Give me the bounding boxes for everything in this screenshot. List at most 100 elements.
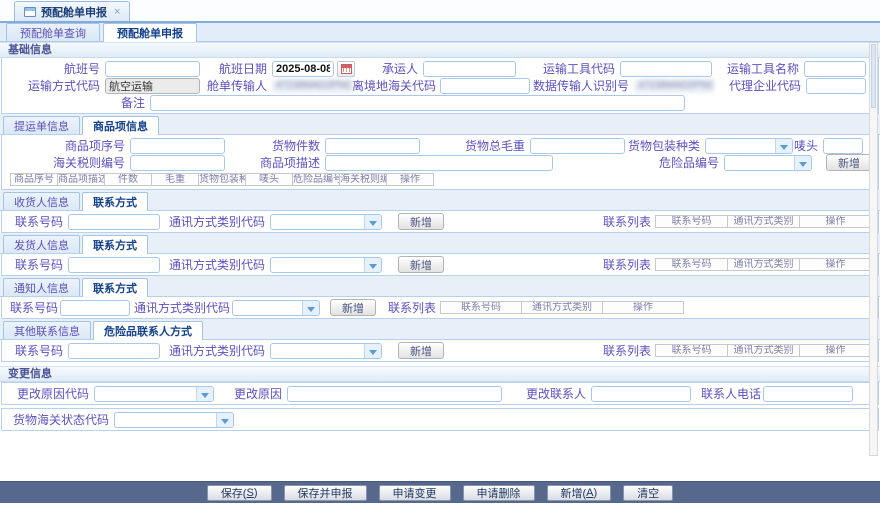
shipper-contact-row: 联系号码 通讯方式类别代码 新增 联系列表 联系号码 通讯方式类别 操作 [2,256,878,273]
transport-code-input[interactable] [620,61,712,77]
basic-row-1: 航班号 航班日期 承运人 运输工具代码 运输工具名称 [2,60,878,77]
tab-notify-info[interactable]: 通知人信息 [3,278,80,296]
basic-row-3: 备注 [2,94,878,111]
transport-mode-input [105,78,200,94]
shipper-contact-type-select[interactable] [270,257,382,273]
contact-col-number: 联系号码 [655,258,728,271]
mark-input[interactable] [823,138,863,154]
save-declare-button[interactable]: 保存并申报 [284,485,367,501]
contact-col-action: 操作 [799,344,872,357]
danger-no-select[interactable] [724,155,812,171]
data-sender-redacted-value: 47238MAD2PNC.J01 [634,79,714,93]
danger-contact-list: 联系列表 联系号码 通讯方式类别 操作 [603,342,872,359]
agent-code-input[interactable] [806,78,866,94]
contact-phone-input[interactable] [763,386,853,402]
flight-date-input[interactable] [272,61,334,77]
gross-weight-label: 货物总毛重 [420,137,530,154]
add-goods-button[interactable]: 新增 [826,154,872,171]
calendar-button[interactable] [337,61,355,77]
goods-item-panel: 商品项序号 货物件数 货物总毛重 货物包装种类 唛头 海关税则编号 商品项描述 … [1,135,879,190]
change-row-1: 更改原因代码 更改原因 更改联系人 联系人电话 [2,385,878,402]
contact-type-label: 通讯方式类别代码 [164,213,270,230]
consignee-contact-type-select[interactable] [270,214,382,230]
tab-bill-info[interactable]: 提运单信息 [3,116,80,134]
goods-col-weight: 毛重 [151,173,199,186]
add-new-button[interactable]: 新增(A) [547,485,612,501]
data-sender-label: 数据传输人识别号 [530,77,634,94]
tab-other-contact-info[interactable]: 其他联系信息 [3,321,91,339]
contact-col-number: 联系号码 [655,215,728,228]
pkg-count-input[interactable] [325,138,420,154]
contact-list-label: 联系列表 [603,213,655,230]
contact-list-label: 联系列表 [603,342,655,359]
pkg-type-label: 货物包装种类 [625,137,705,154]
tab-consignee-contact-method[interactable]: 联系方式 [82,192,148,211]
clear-button[interactable]: 清空 [623,485,673,501]
contact-type-label: 通讯方式类别代码 [164,342,270,359]
agent-code-label: 代理企业代码 [714,77,806,94]
close-icon[interactable]: × [114,6,120,18]
transport-name-input[interactable] [804,61,866,77]
save-button[interactable]: 保存(S) [207,485,272,501]
contact-col-action: 操作 [602,301,684,314]
transport-mode-label: 运输方式代码 [10,77,105,94]
tab-danger-contact-method[interactable]: 危险品联系人方式 [93,321,203,340]
hs-code-input[interactable] [130,155,225,171]
exit-customs-input[interactable] [440,78,530,94]
item-seq-input[interactable] [130,138,225,154]
contact-list-table: 联系号码 通讯方式类别 操作 [655,215,872,228]
tab-manifest-query[interactable]: 预配舱单查询 [6,23,100,41]
change-reason-code-select[interactable] [94,386,214,402]
tab-manifest-declare[interactable]: 预配舱单申报 [103,23,197,42]
scrollbar-track[interactable] [869,42,878,456]
add-danger-contact-button[interactable]: 新增 [398,342,444,359]
notify-contact-type-select[interactable] [232,300,320,316]
shipper-contact-number-input[interactable] [68,257,160,273]
change-contact-input[interactable] [591,386,691,402]
tab-consignee-info[interactable]: 收货人信息 [3,192,80,210]
flight-no-input[interactable] [105,61,200,77]
scrollbar-thumb[interactable] [871,44,876,108]
item-seq-label: 商品项序号 [10,137,130,154]
danger-contact-row: 联系号码 通讯方式类别代码 新增 联系列表 联系号码 通讯方式类别 操作 [2,342,878,359]
pkg-type-select[interactable] [705,138,793,154]
shipper-tabbar: 发货人信息 联系方式 [0,233,880,254]
add-shipper-contact-button[interactable]: 新增 [398,256,444,273]
window-tab[interactable]: 预配舱单申报 × [14,1,130,21]
goods-col-hscode: 海关税则编号 [339,173,387,186]
tab-notify-contact-method[interactable]: 联系方式 [82,278,148,297]
tab-shipper-info[interactable]: 发货人信息 [3,235,80,253]
goods-row-2: 海关税则编号 商品项描述 危险品编号 新增 [2,154,878,171]
hs-code-label: 海关税则编号 [10,154,130,171]
consignee-contact-list: 联系列表 联系号码 通讯方式类别 操作 [603,213,872,230]
contact-number-label: 联系号码 [10,256,68,273]
gross-weight-input[interactable] [530,138,625,154]
change-contact-label: 更改联系人 [516,385,591,402]
change-reason-input[interactable] [287,386,502,402]
tab-shipper-contact-method[interactable]: 联系方式 [82,235,148,254]
cargo-status-select[interactable] [114,412,234,428]
add-consignee-contact-button[interactable]: 新增 [398,213,444,230]
window-tab-strip: 预配舱单申报 × [0,0,880,23]
item-desc-input[interactable] [325,155,553,171]
consignee-contact-number-input[interactable] [68,214,160,230]
tab-goods-item-info[interactable]: 商品项信息 [82,116,159,135]
manifest-sender-redacted-value: 47238MAD2PNC.J01 [272,79,352,93]
danger-contact-type-select[interactable] [270,343,382,359]
app-window: 预配舱单申报 × 预配舱单查询 预配舱单申报 基础信息 航班号 航班日期 承运人… [0,0,880,514]
contact-col-type: 通讯方式类别 [727,215,800,228]
add-notify-contact-button[interactable]: 新增 [330,299,376,316]
apply-delete-button[interactable]: 申请删除 [463,485,535,501]
mark-label: 唛头 [793,137,823,154]
contact-type-label: 通讯方式类别代码 [134,299,232,316]
goods-col-desc: 商品项描述 [57,173,105,186]
notify-contact-number-input[interactable] [60,300,130,316]
carrier-label: 承运人 [355,60,423,77]
other-contact-tabbar: 其他联系信息 危险品联系人方式 [0,319,880,340]
apply-change-button[interactable]: 申请变更 [379,485,451,501]
carrier-input[interactable] [423,61,516,77]
contact-number-label: 联系号码 [10,213,68,230]
remark-input[interactable] [150,95,685,111]
danger-contact-number-input[interactable] [68,343,160,359]
transport-code-label: 运输工具代码 [516,60,620,77]
